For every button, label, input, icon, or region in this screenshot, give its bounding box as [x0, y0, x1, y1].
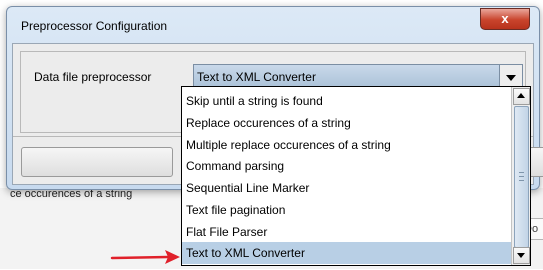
dialog-title: Preprocessor Configuration — [21, 19, 168, 33]
close-icon: x — [501, 11, 509, 26]
grip-icon — [519, 172, 524, 181]
background-status-text: ce occurences of a string — [10, 188, 133, 200]
dropdown-options: Skip until a string is found Replace occ… — [182, 87, 511, 265]
dialog-button[interactable] — [21, 147, 173, 177]
dropdown-option[interactable]: Skip until a string is found — [182, 90, 511, 112]
dropdown-option[interactable]: Text file pagination — [182, 199, 511, 221]
dropdown-scrollbar[interactable] — [511, 87, 530, 265]
preprocessor-select-value: Text to XML Converter — [197, 70, 316, 84]
dropdown-option-selected[interactable]: Text to XML Converter — [182, 242, 511, 264]
scroll-down-icon[interactable] — [513, 247, 530, 264]
scroll-up-icon[interactable] — [513, 88, 530, 105]
close-button[interactable]: x — [480, 8, 530, 30]
dropdown-option[interactable]: Flat File Parser — [182, 221, 511, 243]
dropdown-option[interactable]: Multiple replace occurences of a string — [182, 134, 511, 156]
dropdown-option[interactable]: Replace occurences of a string — [182, 112, 511, 134]
data-file-preprocessor-label: Data file preprocessor — [34, 70, 152, 84]
dropdown-option[interactable]: Command parsing — [182, 155, 511, 177]
scrollbar-thumb[interactable] — [514, 106, 529, 248]
preprocessor-dropdown-list: Skip until a string is found Replace occ… — [181, 86, 531, 266]
annotation-arrow-icon — [110, 250, 180, 264]
dropdown-option[interactable]: Sequential Line Marker — [182, 177, 511, 199]
